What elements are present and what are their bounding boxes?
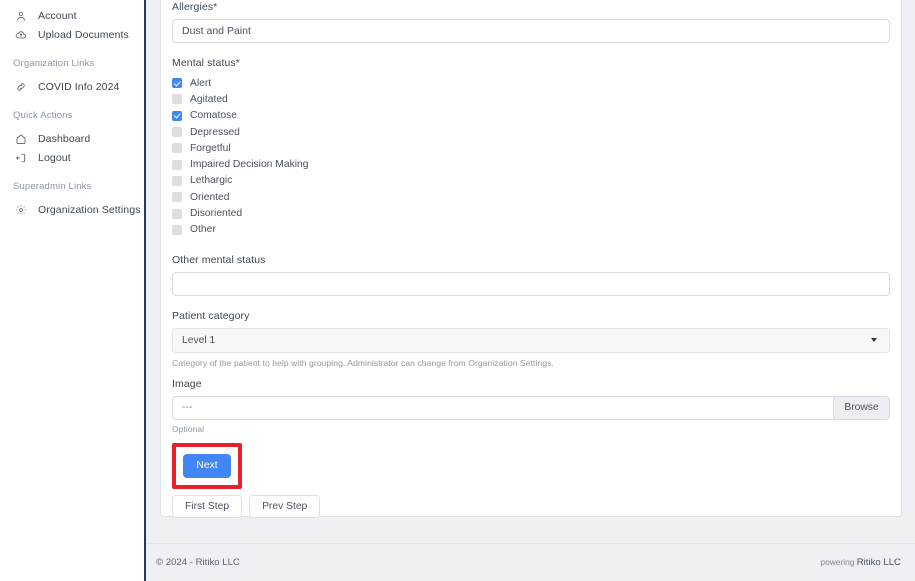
checkbox-label: Oriented (190, 191, 230, 203)
footer-powering: powering Ritiko LLC (820, 557, 901, 568)
link-icon (14, 80, 28, 94)
checkbox-comatose[interactable] (172, 110, 182, 121)
step-navigation-buttons: First Step Prev Step (172, 494, 890, 518)
sidebar-item-account[interactable]: Account (0, 6, 144, 25)
footer-brand: Ritiko LLC (856, 557, 901, 568)
sidebar-item-label: Account (38, 9, 77, 22)
patient-category-group: Patient category Level 1 Category of the… (172, 310, 890, 368)
next-button-wrapper: Next (172, 442, 890, 489)
checkbox-forgetful[interactable] (172, 143, 182, 154)
checkbox-row-agitated[interactable]: Agitated (172, 91, 890, 107)
logout-icon (14, 151, 28, 165)
sidebar-section-quick-actions: Quick Actions (13, 110, 73, 121)
checkbox-label: Alert (190, 77, 212, 89)
user-icon (14, 9, 28, 23)
cloud-upload-icon (14, 28, 28, 42)
checkbox-row-alert[interactable]: Alert (172, 75, 890, 91)
sidebar-item-label: Organization Settings (38, 203, 141, 216)
checkbox-impaired-decision-making[interactable] (172, 159, 182, 170)
prev-step-button[interactable]: Prev Step (249, 494, 321, 518)
allergies-field-group: Allergies* (172, 1, 890, 43)
main-content: Allergies* Mental status* Alert Agitated (146, 0, 915, 581)
home-icon (14, 132, 28, 146)
checkbox-other[interactable] (172, 224, 182, 235)
checkbox-disoriented[interactable] (172, 208, 182, 219)
footer-powering-prefix: powering (820, 557, 857, 567)
other-mental-status-input[interactable] (172, 271, 890, 296)
sidebar-item-dashboard[interactable]: Dashboard (0, 129, 144, 148)
allergies-input[interactable] (172, 19, 890, 43)
checkbox-row-other[interactable]: Other (172, 222, 890, 238)
checkbox-label: Depressed (190, 126, 240, 138)
checkbox-row-comatose[interactable]: Comatose (172, 108, 890, 124)
page-footer: © 2024 - Ritiko LLC powering Ritiko LLC (146, 543, 915, 581)
checkbox-oriented[interactable] (172, 192, 182, 203)
patient-form-card: Allergies* Mental status* Alert Agitated (160, 0, 902, 518)
sidebar-item-organization-settings[interactable]: Organization Settings (0, 200, 144, 219)
checkbox-row-impaired-decision-making[interactable]: Impaired Decision Making (172, 156, 890, 172)
sidebar-item-label: Dashboard (38, 132, 91, 145)
sidebar-item-label: Upload Documents (38, 28, 129, 41)
footer-copyright: © 2024 - Ritiko LLC (156, 557, 240, 568)
sidebar-section-superadmin-links: Superadmin Links (13, 181, 92, 192)
checkbox-row-disoriented[interactable]: Disoriented (172, 205, 890, 221)
checkbox-row-lethargic[interactable]: Lethargic (172, 173, 890, 189)
sidebar-section-organization-links: Organization Links (13, 58, 95, 69)
image-help: Optional (172, 423, 205, 434)
sidebar-item-upload-documents[interactable]: Upload Documents (0, 25, 144, 44)
checkbox-label: Agitated (190, 93, 228, 105)
checkbox-label: Impaired Decision Making (190, 159, 309, 171)
sidebar: Account Upload Documents Organization Li… (0, 0, 146, 581)
other-mental-status-label: Other mental status (172, 253, 266, 266)
patient-category-label: Patient category (172, 309, 250, 322)
image-upload-group: Image --- Browse Optional (172, 378, 890, 434)
app-root: Account Upload Documents Organization Li… (0, 0, 915, 581)
browse-button[interactable]: Browse (833, 395, 890, 420)
checkbox-label: Forgetful (190, 142, 231, 154)
checkbox-depressed[interactable] (172, 127, 182, 138)
sidebar-item-covid-info-2024[interactable]: COVID Info 2024 (0, 77, 144, 96)
first-step-button[interactable]: First Step (172, 494, 243, 518)
checkbox-label: Comatose (190, 110, 237, 122)
allergies-label: Allergies* (172, 1, 218, 13)
next-button[interactable]: Next (183, 453, 231, 478)
checkbox-row-forgetful[interactable]: Forgetful (172, 140, 890, 156)
mental-status-group: Mental status* Alert Agitated Comatose D… (172, 57, 890, 238)
gear-icon (14, 203, 28, 217)
other-mental-status-group: Other mental status (172, 254, 890, 296)
checkbox-label: Lethargic (190, 175, 233, 187)
image-label: Image (172, 377, 202, 390)
checkbox-lethargic[interactable] (172, 175, 182, 186)
image-file-path[interactable]: --- (172, 395, 833, 420)
mental-status-label: Mental status* (172, 57, 240, 69)
patient-category-select[interactable]: Level 1 (172, 327, 890, 353)
checkbox-label: Disoriented (190, 208, 243, 220)
file-input-group: --- Browse (172, 395, 890, 420)
chevron-down-icon (871, 338, 877, 343)
checkbox-alert[interactable] (172, 78, 182, 89)
checkbox-label: Other (190, 224, 216, 236)
checkbox-agitated[interactable] (172, 94, 182, 105)
checkbox-row-oriented[interactable]: Oriented (172, 189, 890, 205)
sidebar-item-label: COVID Info 2024 (38, 80, 120, 93)
patient-category-help: Category of the patient to help with gro… (172, 357, 554, 368)
patient-category-value: Level 1 (182, 334, 216, 346)
sidebar-item-logout[interactable]: Logout (0, 148, 144, 167)
checkbox-row-depressed[interactable]: Depressed (172, 124, 890, 140)
sidebar-item-label: Logout (38, 151, 71, 164)
